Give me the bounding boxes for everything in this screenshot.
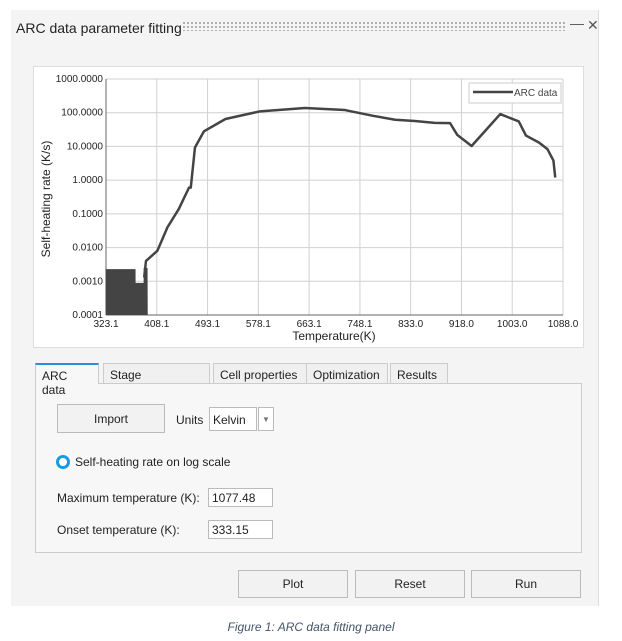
noise-series <box>105 267 148 316</box>
x-tick-label: 408.1 <box>144 319 169 330</box>
onset-temp-label: Onset temperature (K): <box>57 523 180 537</box>
legend-label: ARC data <box>514 88 558 99</box>
figure-caption: Figure 1: ARC data fitting panel <box>227 620 395 634</box>
log-scale-label: Self-heating rate on log scale <box>75 455 231 469</box>
y-tick-label: 0.0100 <box>72 243 103 254</box>
y-tick-label: 100.0000 <box>61 108 103 119</box>
chart-svg: 323.1 408.1 493.1 578.1 663.1 748.1 833.0 918.0… <box>39 74 579 343</box>
units-label: Units <box>176 413 204 427</box>
log-scale-radio[interactable] <box>56 455 70 469</box>
y-tick-label: 10.0000 <box>67 141 104 152</box>
arc-chart: 323.1 408.1 493.1 578.1 663.1 748.1 833.0 918.0… <box>33 66 584 348</box>
y-tick-label: 1000.0000 <box>56 74 104 85</box>
onset-temp-input[interactable]: 333.15 <box>208 520 273 539</box>
chevron-down-icon[interactable]: ▼ <box>258 407 274 431</box>
x-tick-label: 578.1 <box>246 319 271 330</box>
drag-grip[interactable] <box>182 21 565 31</box>
y-tick-label: 0.0010 <box>72 276 103 287</box>
import-button[interactable]: Import <box>57 404 165 433</box>
tab-results[interactable]: Results <box>390 363 448 383</box>
max-temp-label: Maximum temperature (K): <box>57 491 200 505</box>
arc-data-line <box>142 106 557 278</box>
units-select[interactable]: Kelvin <box>209 407 257 431</box>
plot-button[interactable]: Plot <box>238 570 348 598</box>
run-button[interactable]: Run <box>471 570 581 598</box>
tab-stage-information[interactable]: Stage information <box>103 363 210 396</box>
tab-optimization[interactable]: Optimization <box>306 363 388 383</box>
reset-button[interactable]: Reset <box>355 570 465 598</box>
y-tick-label: 0.1000 <box>72 209 103 220</box>
x-tick-label: 833.0 <box>398 319 423 330</box>
close-icon[interactable]: ✕ <box>587 17 599 34</box>
x-tick-label: 1003.0 <box>497 319 528 330</box>
max-temp-input[interactable]: 1077.48 <box>208 488 273 507</box>
window-title: ARC data parameter fitting <box>16 20 182 36</box>
tab-cell-properties[interactable]: Cell properties <box>213 363 307 383</box>
y-tick-label: 0.0001 <box>72 310 103 321</box>
minus-icon[interactable]: — <box>570 15 584 31</box>
y-axis-label: Self-heating rate (K/s) <box>39 141 53 258</box>
x-tick-label: 1088.0 <box>548 319 579 330</box>
x-tick-label: 918.0 <box>449 319 474 330</box>
x-tick-label: 493.1 <box>195 319 220 330</box>
legend: ARC data <box>468 82 562 104</box>
y-tick-label: 1.0000 <box>72 175 103 186</box>
x-axis-label: Temperature(K) <box>292 329 375 343</box>
tab-arc-data[interactable]: ARC data <box>35 363 99 397</box>
